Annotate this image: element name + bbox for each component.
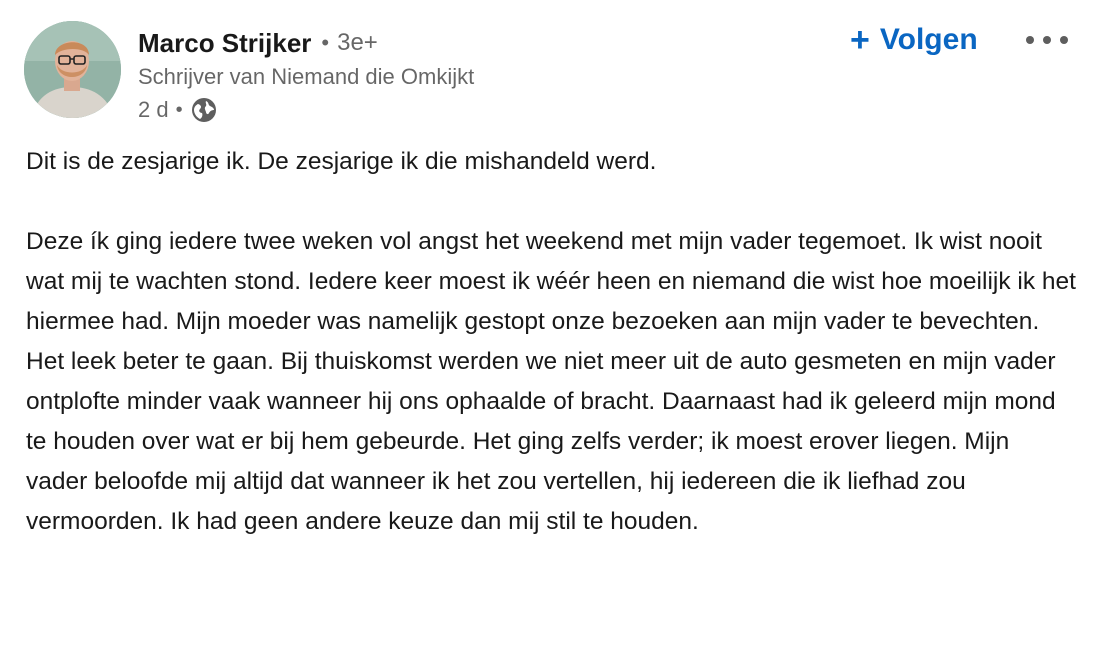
- connection-degree: 3e+: [337, 29, 378, 56]
- follow-label: Volgen: [879, 23, 978, 56]
- author-headline: Schrijver van Niemand die Omkijkt: [138, 64, 475, 89]
- post-paragraph: Dit is de zesjarige ik. De zesjarige ik …: [26, 148, 657, 175]
- author-name-row: Marco Strijker • 3e+: [138, 26, 378, 60]
- post-time[interactable]: 2 d: [138, 97, 169, 123]
- author-name[interactable]: Marco Strijker: [138, 28, 311, 59]
- post-meta: 2 d •: [138, 94, 218, 126]
- plus-icon: +: [850, 21, 870, 59]
- ellipsis-icon: [1026, 36, 1068, 44]
- follow-button[interactable]: + Volgen: [846, 18, 982, 62]
- post-text: Dit is de zesjarige ik. De zesjarige ik …: [26, 142, 1076, 542]
- more-options-button[interactable]: [1020, 22, 1074, 58]
- post-card: Marco Strijker • 3e+ Schrijver van Niema…: [0, 0, 1100, 658]
- globe-icon: [190, 96, 218, 124]
- separator-dot: •: [175, 98, 183, 121]
- separator-dot: •: [321, 30, 330, 55]
- author-avatar[interactable]: [24, 21, 121, 118]
- post-paragraph: Deze ík ging iedere twee weken vol angst…: [26, 228, 1076, 535]
